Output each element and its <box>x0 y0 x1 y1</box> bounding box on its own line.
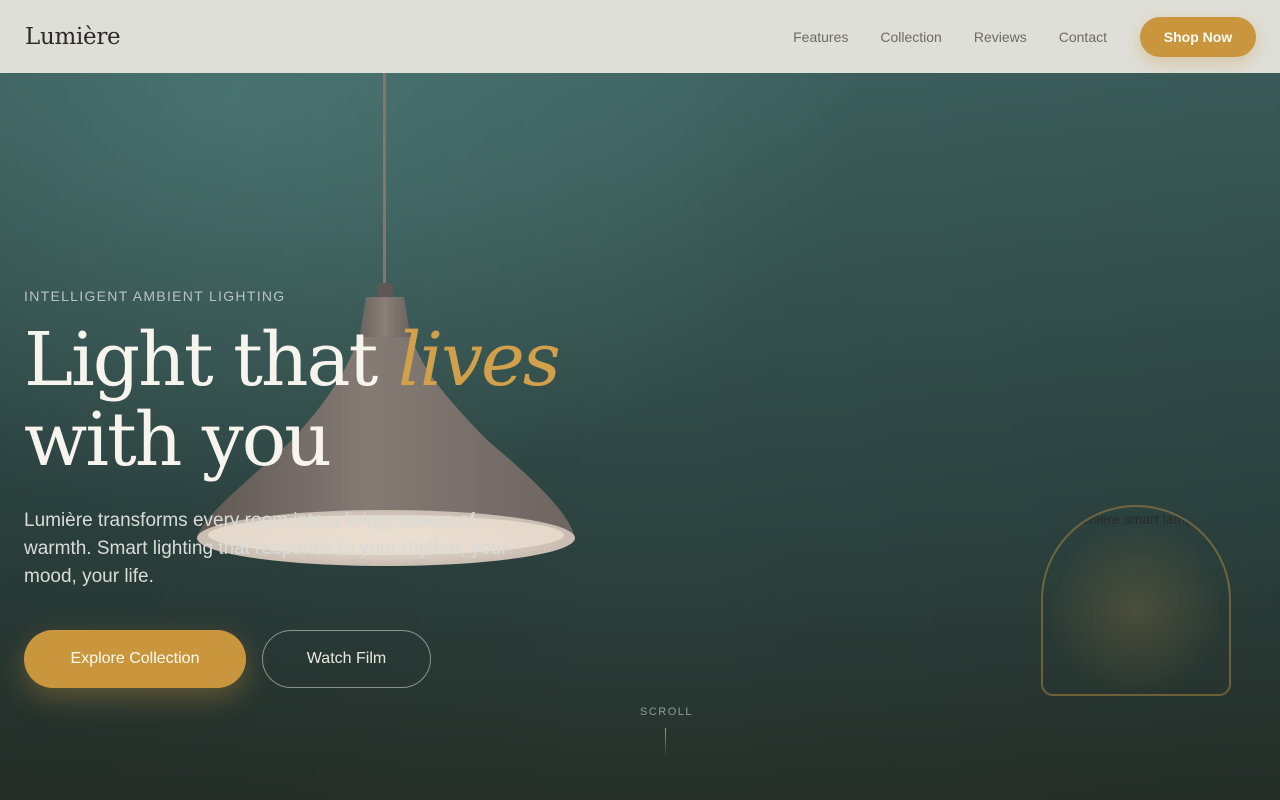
nav-link-collection[interactable]: Collection <box>880 29 941 45</box>
brand-logo[interactable]: Lumière <box>25 24 121 50</box>
lamp-cord <box>383 73 386 288</box>
arch-product-card[interactable]: Lumière smart lamp <box>1041 505 1231 696</box>
lamp-cap <box>377 283 393 297</box>
watch-film-button[interactable]: Watch Film <box>262 630 431 688</box>
nav-links: Features Collection Reviews Contact <box>793 29 1107 45</box>
hero-eyebrow: INTELLIGENT AMBIENT LIGHTING <box>24 288 286 304</box>
shop-now-button[interactable]: Shop Now <box>1140 16 1256 57</box>
nav-link-reviews[interactable]: Reviews <box>974 29 1027 45</box>
top-navbar: Lumière Features Collection Reviews Cont… <box>0 0 1280 73</box>
headline-text-2: with you <box>24 397 332 483</box>
nav-link-contact[interactable]: Contact <box>1059 29 1107 45</box>
explore-collection-button[interactable]: Explore Collection <box>24 630 246 688</box>
arch-card-label: Lumière smart lamp <box>1069 511 1193 527</box>
headline-text-1: Light that <box>24 317 398 403</box>
hero-headline: Light that lives with you <box>24 317 561 483</box>
scroll-indicator-line <box>665 728 666 758</box>
nav-link-features[interactable]: Features <box>793 29 848 45</box>
scroll-indicator-label: SCROLL <box>640 706 694 718</box>
hero-description: Lumière transforms every room into a liv… <box>24 510 508 587</box>
headline-accent-word: lives <box>397 317 561 403</box>
